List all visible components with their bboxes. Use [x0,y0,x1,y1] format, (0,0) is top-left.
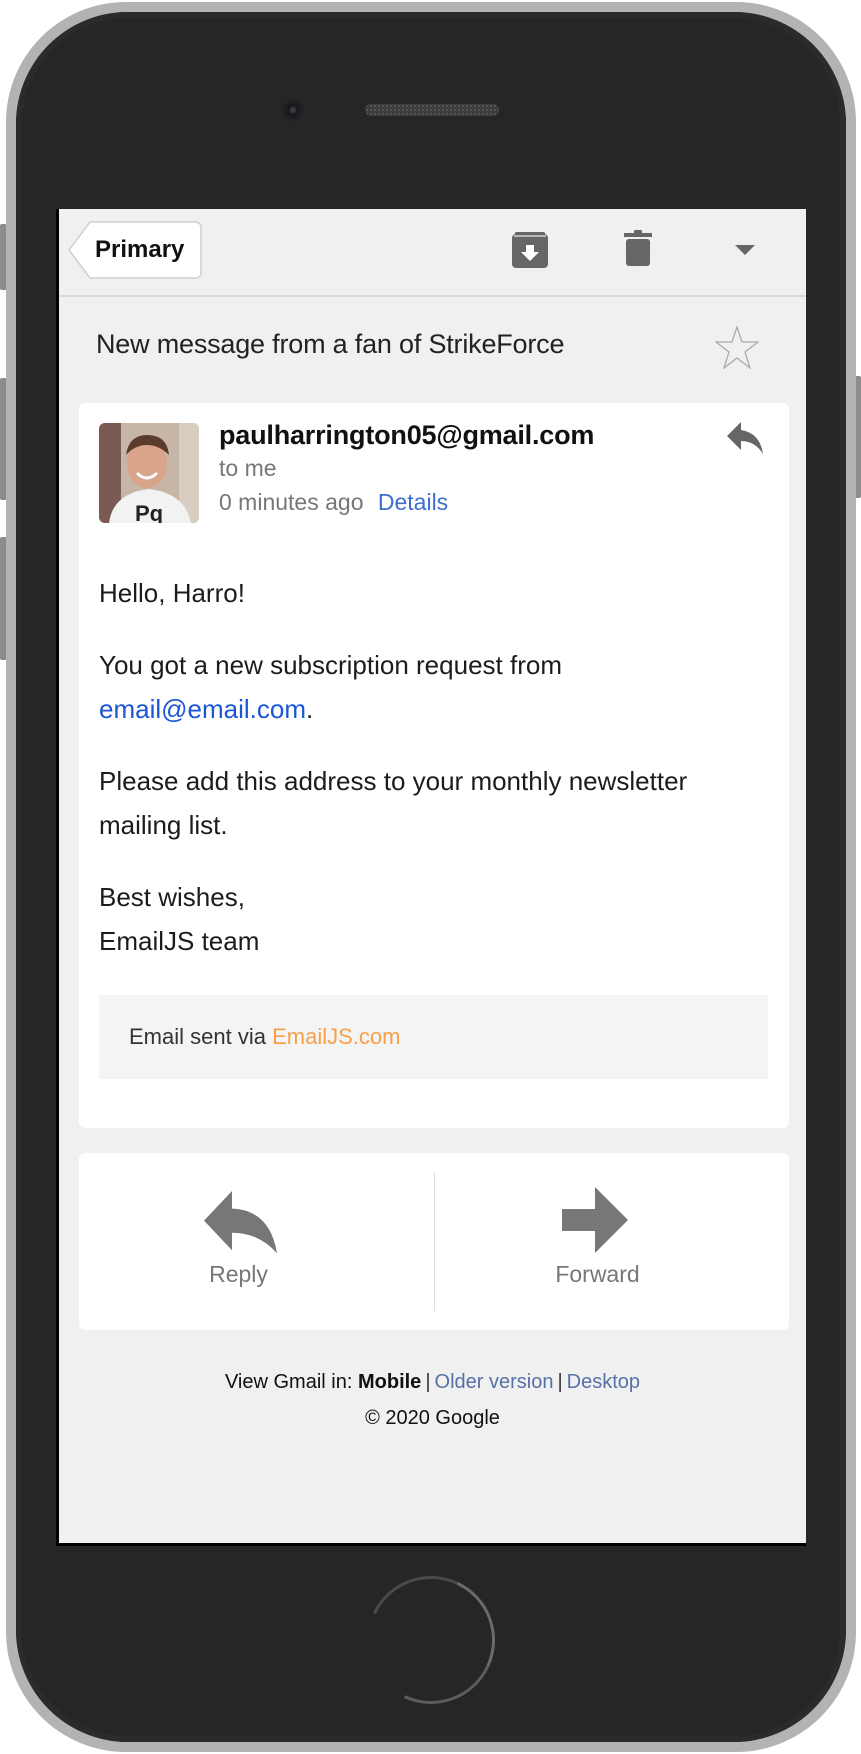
avatar-photo: Pq [99,423,199,523]
view-gmail-in-label: View Gmail in: [224,1371,353,1393]
separator: | [425,1371,431,1393]
view-gmail-in-row: View Gmail in: Mobile | Older version | Desk… [59,1371,806,1394]
message-card: Pq paulharrington05@gmail.com to me 0 mi… [79,403,789,1128]
details-link[interactable]: Details [378,489,448,515]
signature: EmailJS team [99,926,260,956]
star-icon[interactable] [715,326,759,369]
dropdown-icon[interactable] [735,245,755,255]
toolbar: Primary [59,209,806,297]
signoff: Best wishes, [99,882,245,912]
sender-email: paulharrington05@gmail.com [219,420,595,450]
desktop-link[interactable]: Desktop [567,1371,640,1393]
greeting: Hello, Harro! [99,578,245,608]
body-period: . [306,694,314,724]
svg-text:Pq: Pq [135,501,163,523]
mobile-view-current: Mobile [357,1371,422,1393]
time-row: 0 minutes ago Details [219,489,448,516]
reply-label: Reply [209,1261,268,1287]
separator: | [557,1371,563,1393]
body-text-1: You got a new subscription request from [99,650,562,680]
forward-button[interactable]: Forward [434,1153,789,1330]
sent-via-box: Email sent via EmailJS.com [99,995,768,1079]
phone-screen: Primary New message from a fan of Strike… [56,209,806,1546]
message-body: Hello, Harro! You got a new subscription… [99,571,759,963]
forward-icon [562,1187,628,1253]
body-paragraph-2: Please add this address to your monthly … [99,766,688,840]
forward-label: Forward [555,1261,640,1287]
trash-icon[interactable] [624,230,652,266]
archive-icon[interactable] [512,232,548,268]
subscriber-email-link[interactable]: email@email.com [99,694,306,724]
actions-card: Reply Forward [79,1153,789,1330]
back-to-primary-button[interactable]: Primary [68,221,202,279]
sent-via-label: Email sent via [129,1024,266,1049]
reply-icon[interactable] [727,422,765,454]
sender-avatar: Pq [99,423,199,523]
older-version-link[interactable]: Older version [435,1371,554,1393]
sent-time: 0 minutes ago [219,489,364,515]
front-camera [285,102,301,118]
earpiece-speaker [365,104,499,116]
body-paragraph-1: You got a new subscription request from … [99,643,759,731]
recipient-label: to me [219,455,277,481]
copyright: © 2020 Google [365,1407,500,1429]
reply-large-icon [204,1191,277,1253]
signoff-block: Best wishes, EmailJS team [99,875,759,963]
email-subject: New message from a fan of StrikeForce [96,329,565,359]
emailjs-link[interactable]: EmailJS.com [272,1024,400,1049]
back-button-label: Primary [95,236,185,263]
reply-button[interactable]: Reply [79,1153,434,1330]
